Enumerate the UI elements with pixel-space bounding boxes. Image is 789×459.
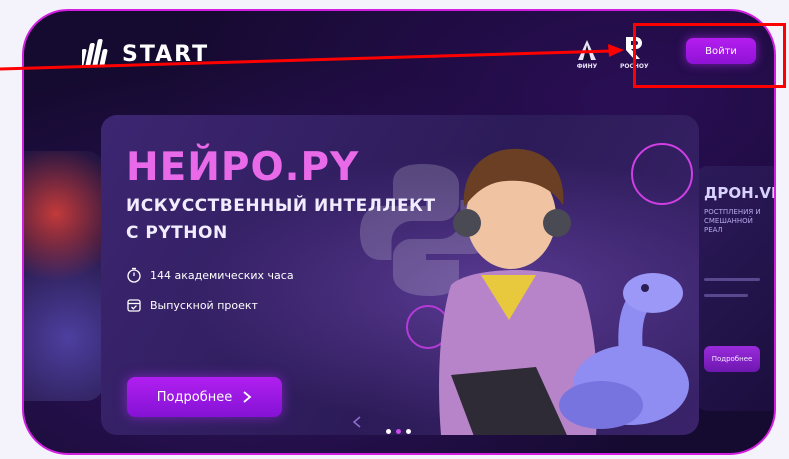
annotation-highlight-box (633, 23, 786, 88)
